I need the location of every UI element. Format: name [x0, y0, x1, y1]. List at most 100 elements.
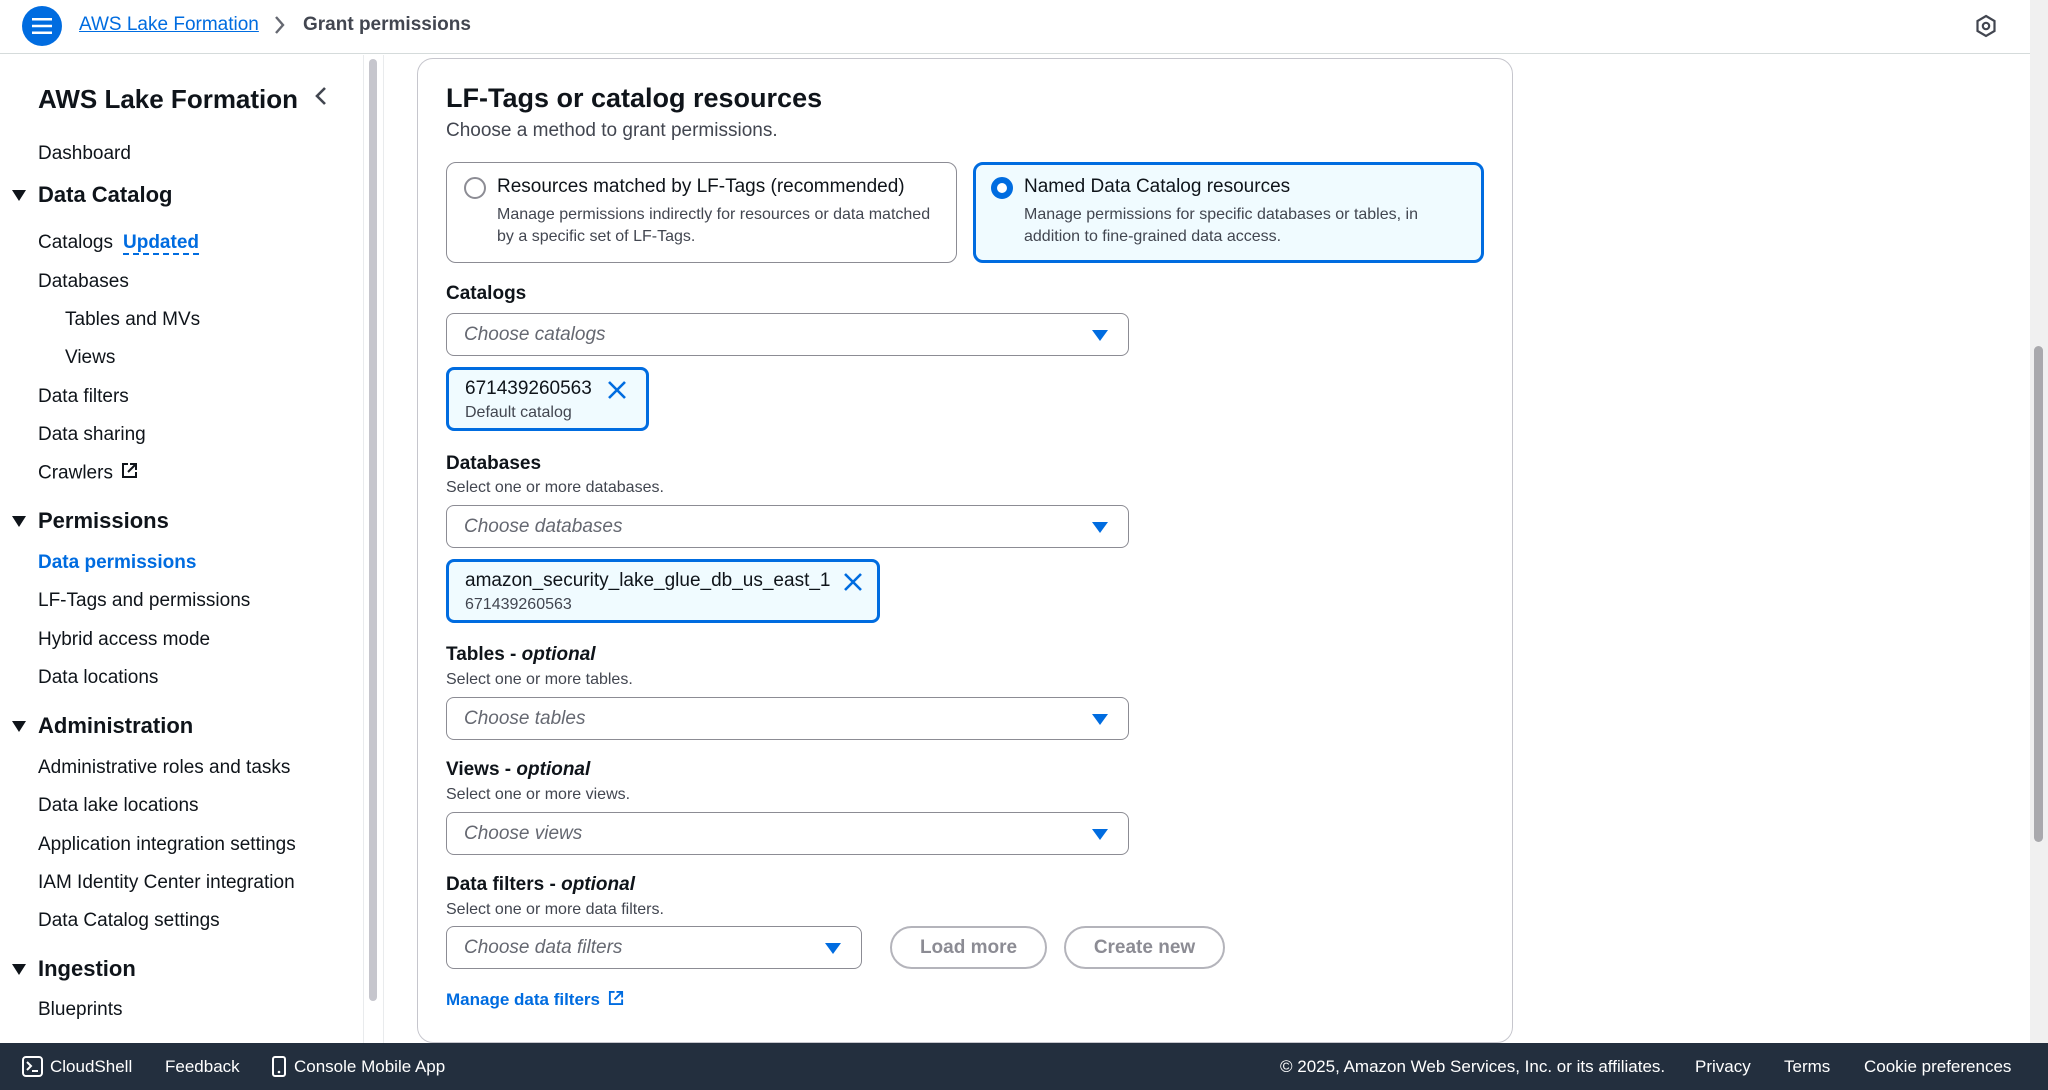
nav-catalogs[interactable]: Catalogs Updated [38, 232, 199, 255]
privacy-link[interactable]: Privacy [1695, 1057, 1751, 1077]
tables-optional: optional [521, 644, 596, 665]
database-token-name: amazon_security_lake_glue_db_us_east_1 [465, 570, 831, 591]
nav-section-data-catalog[interactable]: Data Catalog [12, 182, 172, 208]
nav-databases[interactable]: Databases [38, 271, 129, 293]
catalog-token-sub: Default catalog [465, 404, 572, 421]
tables-description: Select one or more tables. [446, 671, 633, 688]
nav-app-integration[interactable]: Application integration settings [38, 834, 296, 856]
nav-data-sharing[interactable]: Data sharing [38, 424, 146, 446]
cookie-preferences-link[interactable]: Cookie preferences [1864, 1057, 2011, 1077]
nav-lake-locations[interactable]: Data lake locations [38, 795, 199, 817]
page-scrollbar[interactable] [2034, 346, 2043, 842]
panel-title: LF-Tags or catalog resources [446, 83, 823, 113]
databases-placeholder: Choose databases [464, 516, 623, 537]
sidebar-title: AWS Lake Formation [38, 84, 299, 114]
nav-section-permissions[interactable]: Permissions [12, 508, 169, 534]
data-filters-optional: optional [561, 874, 635, 895]
caret-down-icon [825, 943, 841, 954]
terms-link[interactable]: Terms [1784, 1057, 1830, 1077]
tile-lf-tags-label: Resources matched by LF-Tags (recommende… [497, 176, 905, 197]
radio-named-resources[interactable] [991, 177, 1013, 199]
nav-dashboard[interactable]: Dashboard [38, 143, 131, 165]
side-navigation: AWS Lake Formation Dashboard Data Catalo… [0, 55, 364, 1043]
radio-lf-tags[interactable] [464, 177, 486, 199]
databases-label: Databases [446, 453, 542, 474]
breadcrumb-lake-formation[interactable]: AWS Lake Formation [79, 14, 259, 36]
panel-description: Choose a method to grant permissions. [446, 120, 778, 141]
tables-label-text: Tables - [446, 644, 522, 665]
settings-icon[interactable] [1972, 12, 2000, 40]
console-footer: CloudShell Feedback Console Mobile App ©… [0, 1043, 2048, 1090]
databases-description: Select one or more databases. [446, 479, 664, 496]
tables-placeholder: Choose tables [464, 708, 586, 729]
nav-admin-roles[interactable]: Administrative roles and tasks [38, 757, 290, 779]
nav-iam-identity-center[interactable]: IAM Identity Center integration [38, 872, 295, 894]
nav-section-label: Data Catalog [38, 182, 173, 207]
tile-lf-tags[interactable]: Resources matched by LF-Tags (recommende… [446, 162, 957, 263]
views-select[interactable]: Choose views [446, 812, 1129, 855]
copyright-text: © 2025, Amazon Web Services, Inc. or its… [1280, 1057, 1666, 1076]
menu-icon[interactable] [22, 6, 62, 46]
caret-down-icon [1092, 829, 1108, 840]
nav-tables-mvs[interactable]: Tables and MVs [65, 309, 200, 331]
chevron-right-icon [272, 13, 288, 43]
database-token-sub: 671439260563 [465, 596, 572, 613]
breadcrumb-current: Grant permissions [303, 14, 471, 35]
chevron-left-icon[interactable] [310, 84, 334, 108]
catalogs-select[interactable]: Choose catalogs [446, 313, 1129, 356]
tile-named-resources-desc: Manage permissions for specific database… [1024, 206, 1418, 245]
nav-catalog-settings[interactable]: Data Catalog settings [38, 910, 220, 932]
nav-section-label: Ingestion [38, 956, 136, 981]
nav-views[interactable]: Views [65, 347, 115, 369]
nav-data-filters[interactable]: Data filters [38, 386, 129, 408]
nav-catalogs-label: Catalogs [38, 232, 113, 253]
console-mobile-app-link[interactable]: Console Mobile App [294, 1057, 445, 1077]
nav-lf-tags[interactable]: LF-Tags and permissions [38, 590, 250, 612]
caret-down-icon [1092, 330, 1108, 341]
tile-named-resources-label: Named Data Catalog resources [1024, 176, 1291, 197]
nav-crawlers-label: Crawlers [38, 462, 113, 484]
data-filters-placeholder: Choose data filters [464, 937, 623, 958]
manage-data-filters-label: Manage data filters [446, 990, 600, 1009]
load-more-button[interactable]: Load more [890, 926, 1047, 969]
catalog-token-id: 671439260563 [465, 378, 592, 399]
nav-section-label: Permissions [38, 508, 169, 533]
close-icon[interactable] [842, 571, 864, 593]
close-icon[interactable] [606, 379, 628, 401]
views-placeholder: Choose views [464, 823, 583, 844]
feedback-button[interactable]: Feedback [165, 1057, 240, 1077]
data-filters-label-text: Data filters - [446, 874, 562, 895]
caret-down-icon [1092, 714, 1108, 725]
tile-named-resources[interactable]: Named Data Catalog resources Manage perm… [973, 162, 1484, 263]
nav-data-locations[interactable]: Data locations [38, 667, 158, 689]
nav-section-administration[interactable]: Administration [12, 713, 193, 739]
create-new-button[interactable]: Create new [1064, 926, 1225, 969]
data-filters-select[interactable]: Choose data filters [446, 926, 862, 969]
manage-data-filters-link[interactable]: Manage data filters [446, 990, 624, 1011]
databases-select[interactable]: Choose databases [446, 505, 1129, 548]
content-divider [383, 55, 384, 1043]
cloudshell-icon[interactable] [22, 1056, 43, 1082]
tables-select[interactable]: Choose tables [446, 697, 1129, 740]
data-filters-description: Select one or more data filters. [446, 901, 664, 918]
views-optional: optional [516, 759, 591, 780]
nav-hybrid-access[interactable]: Hybrid access mode [38, 629, 210, 651]
nav-section-ingestion[interactable]: Ingestion [12, 956, 136, 982]
updated-badge[interactable]: Updated [123, 232, 199, 255]
top-navigation: AWS Lake Formation Grant permissions [0, 0, 2030, 54]
nav-blueprints[interactable]: Blueprints [38, 999, 123, 1021]
cloudshell-button[interactable]: CloudShell [50, 1057, 132, 1077]
external-link-icon [608, 990, 624, 1011]
nav-crawlers[interactable]: Crawlers [38, 462, 138, 485]
caret-down-icon [1092, 522, 1108, 533]
nav-data-permissions[interactable]: Data permissions [38, 552, 196, 574]
nav-section-label: Administration [38, 713, 194, 738]
data-filters-label: Data filters - optional [446, 874, 635, 896]
caret-down-icon [12, 963, 26, 975]
views-label-text: Views - [446, 759, 517, 780]
caret-down-icon [12, 515, 26, 527]
views-label: Views - optional [446, 759, 590, 781]
catalog-token: 671439260563 Default catalog [446, 367, 649, 431]
tile-lf-tags-desc: Manage permissions indirectly for resour… [497, 206, 931, 245]
sidebar-scrollbar[interactable] [369, 59, 377, 1001]
